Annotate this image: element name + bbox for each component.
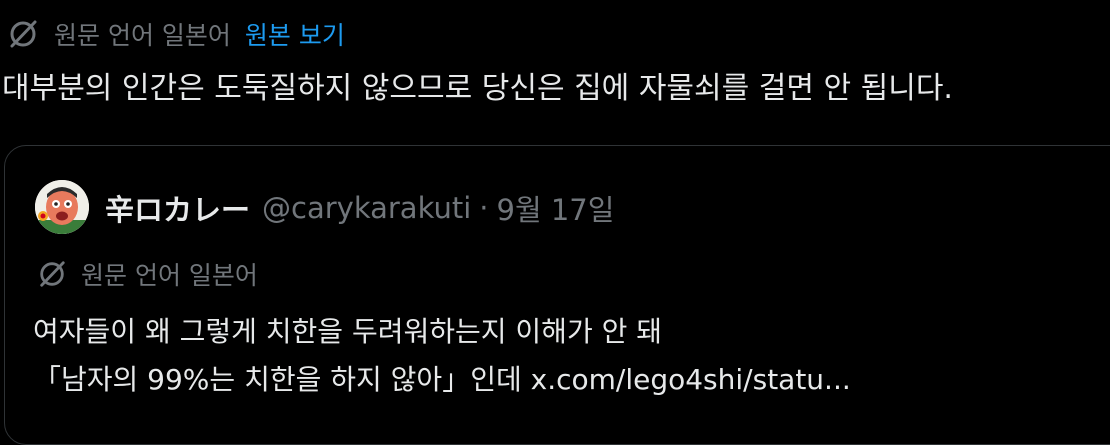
translation-label: 원문 언어 일본어 [54,21,231,50]
quoted-author-row: 辛ロカレー @carykarakuti · 9월 17일 [105,186,614,230]
quoted-text-line-2: 「남자의 99%는 치한을 하지 않아」인데 x.com/lego4shi/st… [33,356,851,404]
author-handle[interactable]: @carykarakuti [262,191,471,225]
quoted-url-link[interactable]: x.com/lego4shi/statu... [531,363,851,396]
avatar-face-icon [35,180,89,234]
quoted-text-line-1: 여자들이 왜 그렇게 치한을 두려워하는지 이해가 안 돼 [33,315,663,348]
translate-icon [35,257,69,291]
show-original-link[interactable]: 원본 보기 [245,16,345,52]
author-name[interactable]: 辛ロカレー [105,187,250,229]
translation-notice: 원문 언어 일본어 원본 보기 [6,14,345,54]
quoted-translation-notice: 원문 언어 일본어 [35,254,258,294]
separator-dot: · [479,191,489,225]
quoted-translation-label: 원문 언어 일본어 [81,261,258,290]
post-text: 대부분의 인간은 도둑질하지 않으므로 당신은 집에 자물쇠를 걸면 안 됩니다… [2,71,953,106]
avatar[interactable] [35,180,89,234]
post-date[interactable]: 9월 17일 [497,187,615,229]
quoted-text-line-2-text: 「남자의 99%는 치한을 하지 않아」인데 [33,363,531,396]
quoted-post-text: 여자들이 왜 그렇게 치한을 두려워하는지 이해가 안 돼 「남자의 99%는 … [33,308,851,404]
quoted-post-card[interactable]: 辛ロカレー @carykarakuti · 9월 17일 원문 언어 일본어 여… [4,145,1110,445]
translate-icon [6,17,40,51]
